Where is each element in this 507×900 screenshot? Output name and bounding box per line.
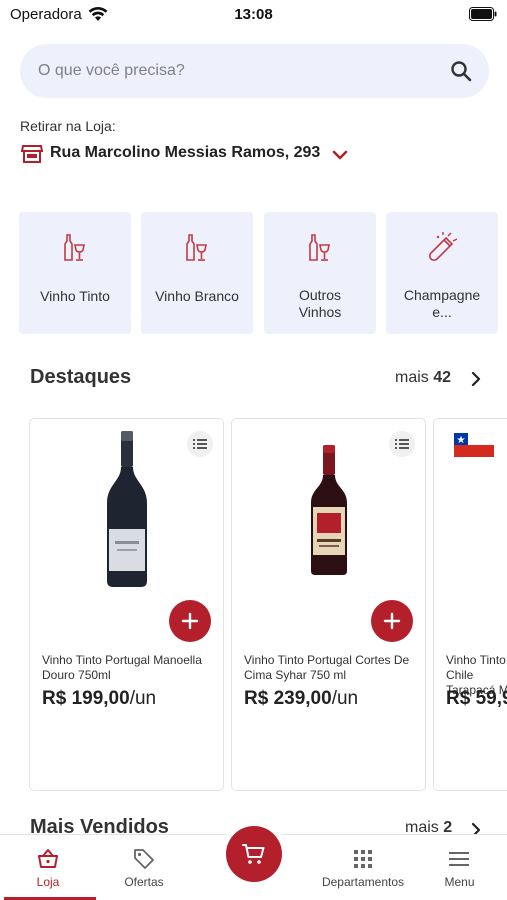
price-unit: /un — [129, 688, 157, 709]
pickup-label: Retirar na Loja: — [20, 118, 116, 134]
product-name: Vinho Tinto Portugal Manoella Douro 750m… — [42, 653, 202, 682]
cart-button[interactable] — [226, 826, 282, 882]
plus-icon — [383, 612, 401, 630]
search-placeholder: O que você precisa? — [38, 62, 185, 79]
tab-label: Ofertas — [124, 875, 164, 889]
featured-title: Destaques — [30, 366, 132, 388]
category-vinho-branco[interactable]: Vinho Branco — [141, 212, 253, 334]
more-label: mais — [395, 369, 429, 386]
product-details-button[interactable] — [389, 431, 415, 457]
product-price: R$ 59,9 — [446, 688, 507, 710]
basket-icon — [38, 849, 58, 868]
product-details-button[interactable] — [187, 431, 213, 457]
store-icon — [21, 145, 43, 163]
plus-icon — [181, 612, 199, 630]
list-icon — [395, 439, 409, 449]
more-count: 42 — [433, 369, 452, 386]
category-vinho-tinto[interactable]: Vinho Tinto — [19, 212, 131, 334]
store-address-selector[interactable]: Rua Marcolino Messias Ramos, 293 — [50, 144, 320, 162]
champagne-icon — [428, 232, 458, 262]
tab-label: Departamentos — [321, 875, 405, 889]
price-value: R$ 59,9 — [446, 688, 507, 709]
tab-label: Menu — [444, 875, 475, 889]
battery-icon — [469, 7, 497, 21]
featured-more-link[interactable]: mais 42 — [395, 369, 451, 387]
price-value: R$ 239,00 — [244, 688, 332, 709]
product-price: R$ 239,00/un — [244, 688, 358, 710]
wine-bottle-image — [310, 445, 347, 575]
search-input[interactable]: O que você precisa? — [20, 44, 489, 98]
wine-bottle-glass-icon — [64, 234, 85, 261]
category-label: Champagne e... — [403, 287, 481, 320]
tab-departamentos[interactable]: Departamentos — [314, 835, 412, 900]
tab-loja[interactable]: Loja — [0, 835, 96, 900]
cart-icon — [242, 844, 265, 864]
chevron-down-icon[interactable] — [331, 146, 349, 164]
status-time: 13:08 — [234, 6, 273, 23]
chevron-right-icon[interactable] — [468, 370, 484, 388]
product-card[interactable]: Vinho Tinto Portugal Cortes De Cima Syha… — [231, 418, 426, 791]
wine-bottle-glass-icon — [309, 234, 330, 261]
tag-icon — [134, 849, 154, 869]
status-bar: Operadora 13:08 — [0, 0, 507, 30]
price-unit: /un — [331, 688, 359, 709]
category-champagne[interactable]: Champagne e... — [386, 212, 498, 334]
category-label: Vinho Branco — [155, 288, 239, 304]
grid-icon — [354, 850, 372, 868]
product-price: R$ 199,00/un — [42, 688, 156, 710]
featured-product-carousel[interactable]: Vinho Tinto Portugal Manoella Douro 750m… — [29, 418, 507, 792]
product-card[interactable]: Vinho Tinto Portugal Manoella Douro 750m… — [29, 418, 224, 791]
category-carousel[interactable]: Vinho Tinto Vinho Branco Outros Vinhos C… — [19, 212, 507, 334]
tab-ofertas[interactable]: Ofertas — [96, 835, 192, 900]
tab-menu[interactable]: Menu — [412, 835, 507, 900]
chile-flag-icon — [454, 433, 494, 457]
add-to-cart-button[interactable] — [371, 600, 413, 642]
search-icon[interactable] — [449, 59, 473, 83]
category-outros-vinhos[interactable]: Outros Vinhos — [264, 212, 376, 334]
category-label: Vinho Tinto — [40, 288, 110, 304]
menu-icon — [449, 852, 469, 866]
list-icon — [193, 439, 207, 449]
price-value: R$ 199,00 — [42, 688, 130, 709]
product-card[interactable]: Vinho Tinto Chile Tarapacá M R$ 59,9 — [433, 418, 507, 791]
tab-label: Loja — [36, 875, 60, 889]
category-label: Outros Vinhos — [298, 287, 342, 320]
product-name: Vinho Tinto Portugal Cortes De Cima Syha… — [244, 653, 410, 682]
add-to-cart-button[interactable] — [169, 600, 211, 642]
wine-bottle-image — [106, 431, 147, 587]
wine-bottle-glass-icon — [186, 234, 207, 261]
